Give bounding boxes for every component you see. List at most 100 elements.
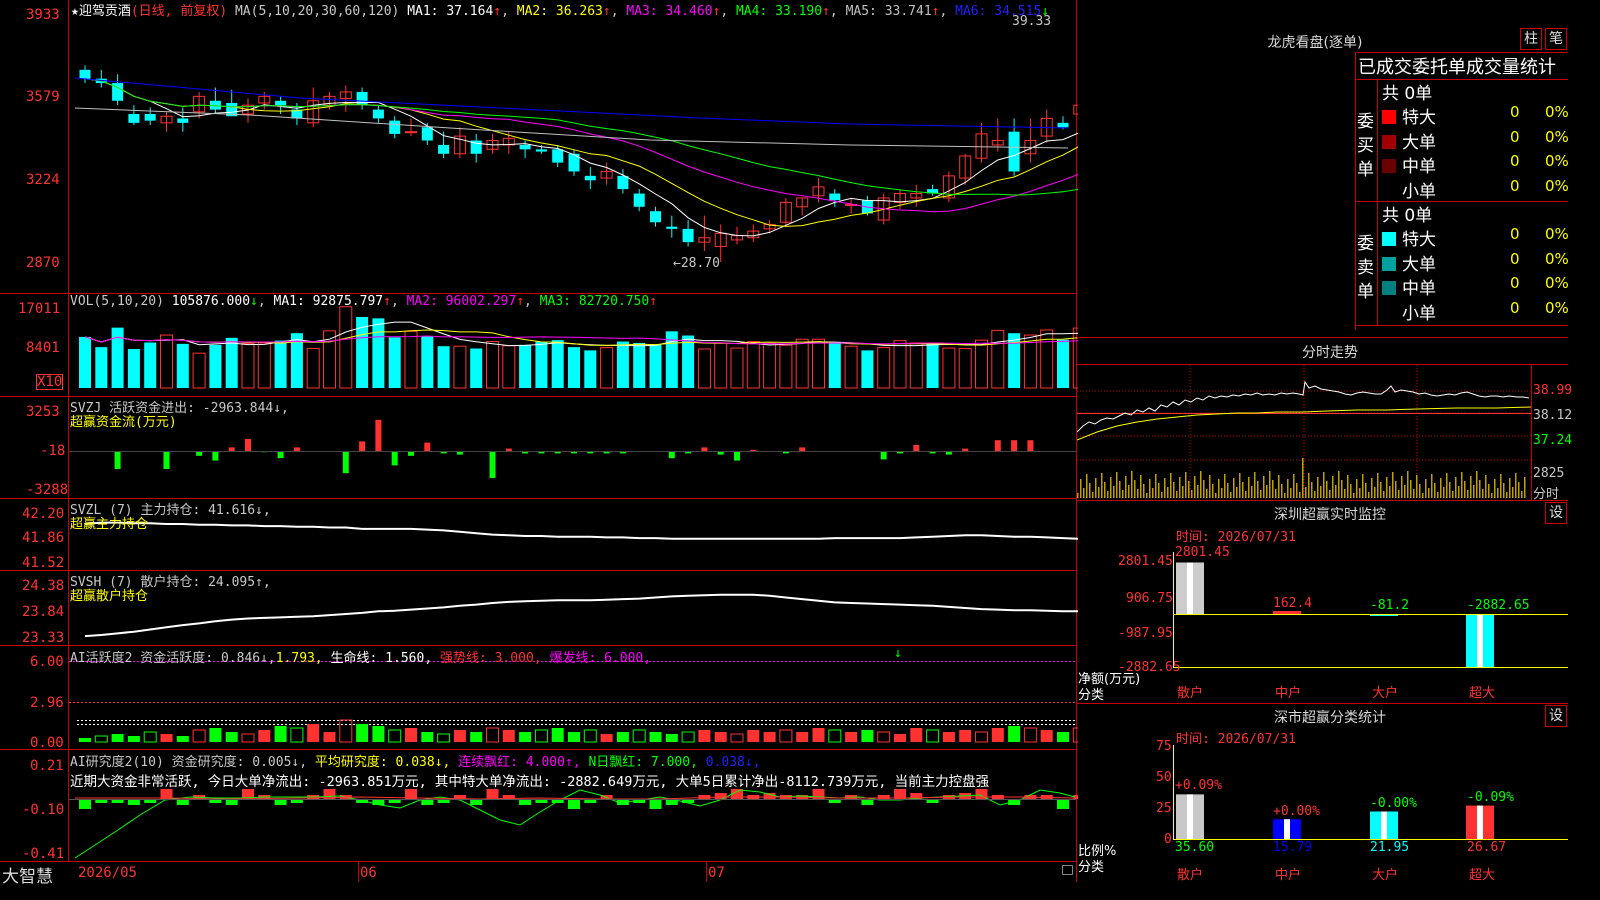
monitor-value-label: -2882.65 (1467, 598, 1530, 613)
intraday-volume-bar (1425, 479, 1427, 498)
life-line-label: 生命线: 1.560, (330, 651, 433, 666)
intraday-volume-bar (1143, 484, 1145, 498)
stats-category-label: 大户 (1372, 868, 1399, 883)
volume-bar-up (697, 348, 711, 389)
ai-activity-bar (307, 724, 320, 742)
candle-body-down (682, 228, 694, 243)
star-icon[interactable]: ★ (71, 4, 79, 19)
volume-bar-down (274, 340, 287, 388)
ai-activity-bar (453, 730, 466, 742)
stats-category-label: 中户 (1275, 868, 1302, 883)
vol-ma2-arrow: ↑ (516, 294, 525, 309)
intraday-volume-bar (1236, 487, 1238, 498)
volume-bar-up (779, 344, 793, 389)
intraday-volume-bar (1248, 477, 1250, 498)
intraday-volume-bar (1494, 479, 1496, 498)
candle-body-down (584, 175, 596, 181)
candle-body-down (617, 175, 629, 190)
intraday-volume-bar (1224, 474, 1226, 498)
volume-bar-down (1008, 333, 1021, 388)
volume-bar-up (241, 342, 255, 389)
intraday-volume-bar (1203, 480, 1205, 498)
lock-icon[interactable] (1062, 865, 1073, 875)
ai-activity-bar (486, 727, 499, 743)
svzj-bar (701, 447, 708, 451)
volume-bar-up (192, 352, 206, 389)
intraday-volume-bar (1263, 476, 1265, 498)
intraday-volume-bar (1266, 485, 1268, 498)
svzl-sub: 超赢主力持仓 (70, 517, 149, 532)
intraday-volume-bar (1392, 472, 1394, 498)
intraday-volume-bar (1350, 484, 1352, 498)
intraday-volume-bar (1476, 471, 1478, 498)
volume-bar-up (958, 348, 972, 389)
intraday-volume-bar (1296, 483, 1298, 498)
intraday-volume-bar (1206, 489, 1208, 498)
intraday-volume-bar (1461, 472, 1463, 498)
monitor-settings-button[interactable]: 设 (1545, 502, 1567, 524)
ma-label: MA(5,10,20,30,60,120) (234, 4, 400, 19)
intraday-volume-bar (1287, 479, 1289, 498)
lhb-title: 龙虎看盘(逐单) (1267, 35, 1363, 51)
stats-category-label: 超大 (1469, 868, 1496, 883)
row-percent: 0% (1545, 225, 1569, 243)
stats-settings-button[interactable]: 设 (1545, 705, 1567, 727)
intraday-volume-bar (1389, 486, 1391, 498)
ai-activity-bar (143, 731, 157, 743)
intraday-volume-bar (1167, 487, 1169, 498)
intraday-volume-bar (1179, 477, 1181, 498)
legend-swatch (1382, 281, 1396, 295)
tick-view-button[interactable]: 笔 (1545, 28, 1567, 50)
volume-bar-down (633, 342, 646, 388)
ai-activity-bar (470, 732, 483, 742)
stats-category-label: 散户 (1177, 868, 1204, 883)
row-name: 大单 (1402, 132, 1436, 153)
ai-activity-bar (437, 733, 451, 743)
volume-bar-down (568, 347, 580, 388)
ai-activity-bar (502, 730, 515, 742)
ai-tick-2: 2.96 (30, 695, 64, 711)
svzj-bar (668, 451, 675, 459)
svsh-tick-2: 23.84 (22, 604, 65, 620)
intraday-volume-bar (1449, 482, 1451, 498)
candle-body-down (144, 114, 156, 121)
row-percent: 0% (1545, 298, 1569, 317)
ai-activity-bar (209, 728, 222, 742)
row-percent: 0% (1545, 274, 1569, 292)
svzj-bar (750, 449, 757, 451)
monitor-tick-3: -987.95 (1118, 626, 1173, 641)
volume-bar-down (437, 346, 450, 388)
volume-bar-up (991, 329, 1005, 389)
ai-activity-bar (241, 733, 255, 743)
intraday-volume-bar (1299, 492, 1301, 498)
intraday-volume-bar (1365, 483, 1367, 498)
intraday-volume-bar (1353, 493, 1355, 498)
volume-bar-down (551, 340, 564, 388)
intraday-volume-bar (1302, 458, 1304, 498)
intraday-volume-bar (1113, 486, 1115, 498)
intraday-volume-bar (1335, 485, 1337, 498)
ai-activity-bar (910, 728, 923, 742)
buy-side-label: 委买单 (1357, 112, 1374, 180)
intraday-volume-bar (1344, 489, 1346, 498)
ai-activity-bar (421, 732, 434, 742)
volume-bar-up (257, 342, 271, 389)
intraday-volume-bar (1410, 480, 1412, 498)
ma2-arrow: ↑ (602, 4, 611, 19)
volume-bar-down (861, 350, 874, 388)
candle-body-down (275, 100, 287, 106)
volume-bar-up (714, 342, 728, 389)
volume-bar-up (1040, 329, 1054, 389)
monitor-time: 时间: 2026/07/31 (1176, 530, 1296, 545)
volume-bar-down (470, 348, 483, 388)
stats-change-label: +0.09% (1175, 778, 1222, 793)
intraday-volume-bar (1095, 478, 1097, 498)
ai-activity-bar (991, 728, 1004, 742)
bar-view-button[interactable]: 柱 (1520, 28, 1542, 50)
ai-activity-bar (1023, 727, 1037, 743)
ai-activity-bar (763, 732, 776, 742)
main-chart-area[interactable] (0, 0, 1078, 882)
stats-xlabel: 分类 (1078, 860, 1105, 875)
intraday-volume-bar (1089, 483, 1091, 498)
ai-activity-bar (894, 734, 906, 742)
